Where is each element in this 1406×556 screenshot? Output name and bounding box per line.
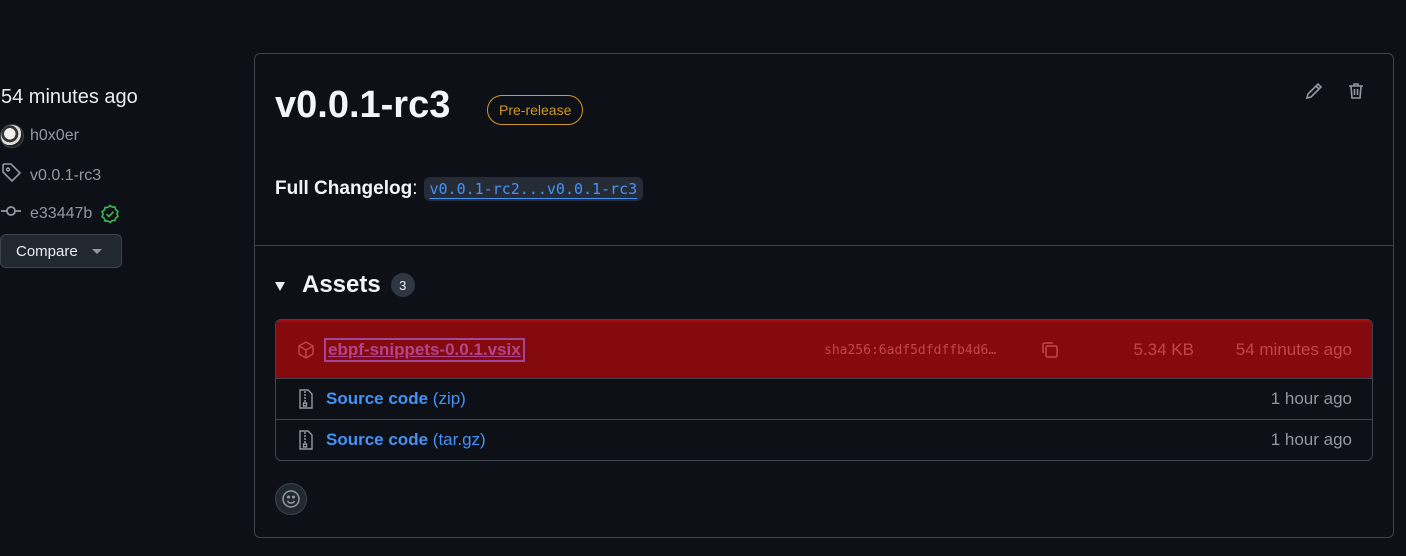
asset-row: Source code (zip) 1 hour ago xyxy=(276,378,1372,419)
file-zip-icon xyxy=(296,389,316,409)
tag-icon xyxy=(0,161,24,190)
release-actions xyxy=(1303,80,1367,102)
chevron-down-icon xyxy=(91,248,102,254)
trash-icon[interactable] xyxy=(1345,80,1367,102)
commit-sha[interactable]: e33447b xyxy=(30,205,92,223)
asset-time: 54 minutes ago xyxy=(1235,340,1352,359)
triangle-down-icon xyxy=(275,281,285,291)
asset-link[interactable]: Source code (tar.gz) xyxy=(326,430,486,450)
changelog: Full Changelog : v0.0.1-rc2...v0.0.1-rc3 xyxy=(275,177,644,201)
asset-link-ext[interactable]: (tar.gz) xyxy=(433,430,486,449)
compare-label: Compare xyxy=(16,242,78,260)
asset-link-name[interactable]: Source code xyxy=(326,389,428,408)
author-row[interactable]: h0x0er xyxy=(0,124,79,148)
assets-list: ebpf-snippets-0.0.1.vsix sha256:6adf5dfd… xyxy=(275,319,1373,461)
changelog-label: Full Changelog xyxy=(275,178,413,199)
asset-sha256: sha256:6adf5dfdffb4d6… xyxy=(824,342,997,358)
asset-link[interactable]: ebpf-snippets-0.0.1.vsix xyxy=(324,338,525,362)
release-title[interactable]: v0.0.1-rc3 xyxy=(275,84,450,127)
asset-size: 5.34 KB xyxy=(1133,340,1195,359)
asset-row: ebpf-snippets-0.0.1.vsix sha256:6adf5dfd… xyxy=(276,320,1372,378)
divider xyxy=(255,245,1393,246)
commit-row[interactable]: e33447b xyxy=(0,199,120,228)
asset-time: 1 hour ago xyxy=(1270,430,1352,449)
changelog-link[interactable]: v0.0.1-rc2...v0.0.1-rc3 xyxy=(423,177,644,201)
smiley-icon xyxy=(282,490,300,508)
changelog-colon: : xyxy=(412,178,418,199)
avatar[interactable] xyxy=(0,124,24,148)
package-icon xyxy=(296,340,316,360)
asset-link[interactable]: Source code (zip) xyxy=(326,389,466,409)
assets-count-badge: 3 xyxy=(390,273,415,297)
author-name[interactable]: h0x0er xyxy=(30,127,79,145)
compare-button[interactable]: Compare xyxy=(0,234,122,268)
add-reaction-button[interactable] xyxy=(275,483,307,515)
copy-icon[interactable] xyxy=(1038,338,1062,362)
file-zip-icon xyxy=(296,430,316,450)
git-commit-icon xyxy=(0,199,24,228)
asset-link-name[interactable]: Source code xyxy=(326,430,428,449)
pencil-icon[interactable] xyxy=(1303,80,1325,102)
asset-row: Source code (tar.gz) 1 hour ago xyxy=(276,419,1372,460)
asset-link-ext[interactable]: (zip) xyxy=(433,389,466,408)
release-card: v0.0.1-rc3 Pre-release Full Changelog : … xyxy=(254,53,1394,538)
release-relative-time: 54 minutes ago xyxy=(1,86,138,108)
verified-icon[interactable] xyxy=(100,203,120,224)
tag-row[interactable]: v0.0.1-rc3 xyxy=(0,161,101,190)
assets-toggle[interactable]: Assets 3 xyxy=(275,271,415,299)
tag-name[interactable]: v0.0.1-rc3 xyxy=(30,167,101,185)
assets-title: Assets xyxy=(302,271,381,298)
prerelease-badge: Pre-release xyxy=(487,95,584,125)
asset-time: 1 hour ago xyxy=(1270,389,1352,408)
